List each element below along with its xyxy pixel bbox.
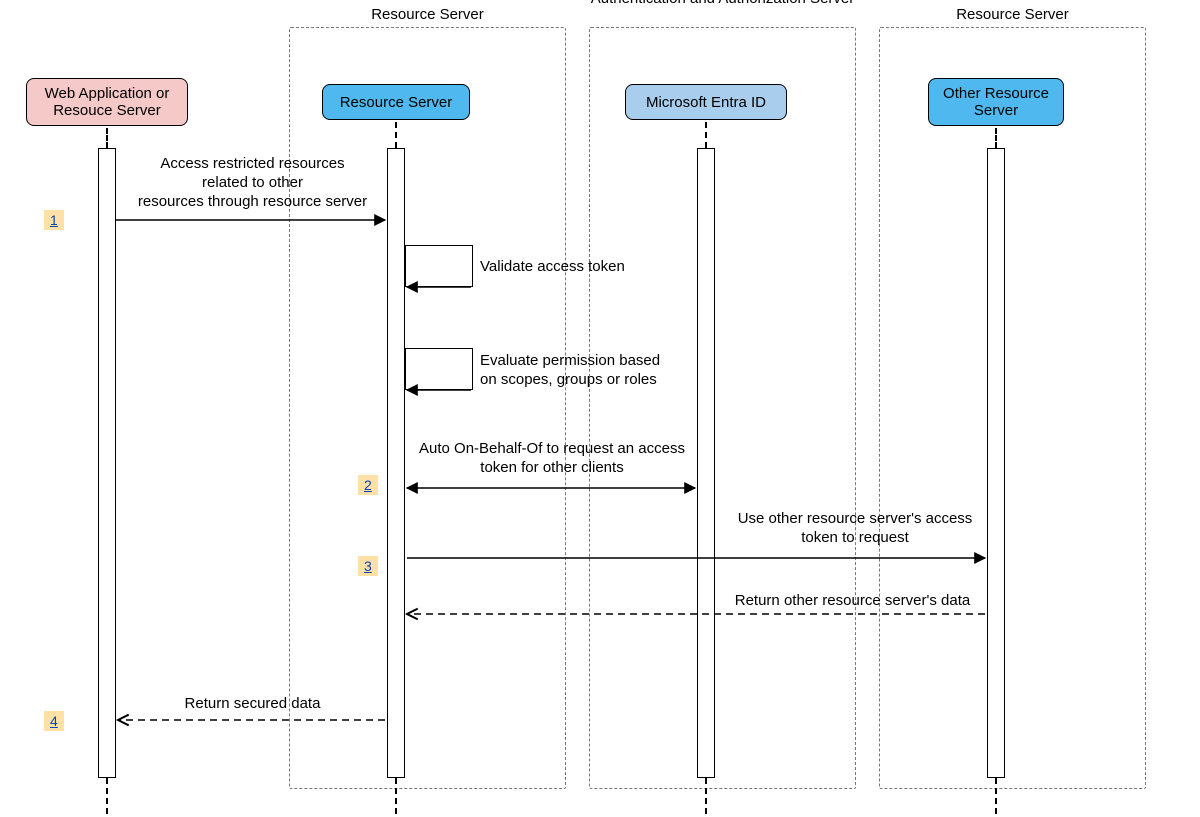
node-label: Microsoft Entra ID [646,94,766,111]
container-resource-server: Resource Server [289,27,566,789]
container-auth-server: Authentication and Authorization Server [589,27,856,789]
message-text: Return other resource server's data [720,592,985,611]
step-badge-3: 3 [358,556,378,576]
lifeline [395,778,397,814]
node-label: Resource Server [340,94,453,111]
lifeline [995,778,997,814]
lifeline [995,128,997,148]
self-call-box [405,348,473,390]
lifeline [705,778,707,814]
node-client: Web Application or Resouce Server [26,78,188,126]
activation-other [987,148,1005,778]
activation-entra [697,148,715,778]
lifeline [395,122,397,148]
lifeline [106,778,108,814]
message-text: Access restricted resources related to o… [120,155,385,211]
message-text: Evaluate permission based on scopes, gro… [480,352,700,390]
container-label: Resource Server [290,6,565,23]
node-label: Other Resource Server [935,85,1057,119]
node-resource-server: Resource Server [322,84,470,120]
message-text: Validate access token [480,258,650,277]
container-other-resource-server: Resource Server [879,27,1146,789]
node-other-server: Other Resource Server [928,78,1064,126]
message-text: Auto On-Behalf-Of to request an access t… [407,440,697,478]
node-label: Web Application or Resouce Server [33,85,181,119]
container-label: Resource Server [880,6,1145,23]
activation-client [98,148,116,778]
message-text: Use other resource server's access token… [720,510,990,548]
step-badge-4: 4 [44,711,64,731]
activation-resource-server [387,148,405,778]
message-text: Return secured data [165,695,340,714]
lifeline [705,122,707,148]
container-label: Authentication and Authorization Server [590,0,855,7]
node-entra: Microsoft Entra ID [625,84,787,120]
step-badge-1: 1 [44,210,64,230]
self-call-box [405,245,473,287]
step-badge-2: 2 [358,475,378,495]
lifeline [106,128,108,148]
